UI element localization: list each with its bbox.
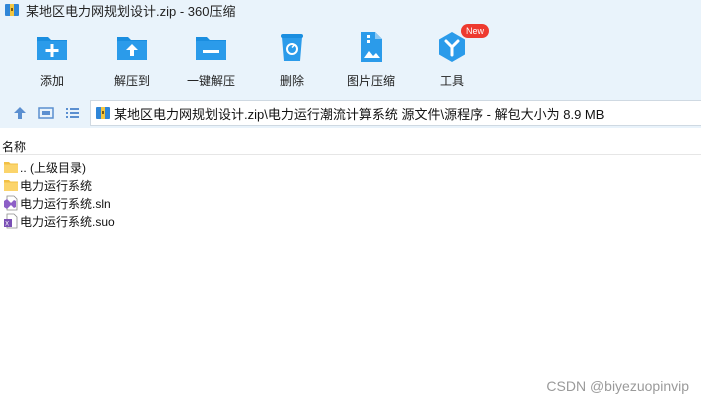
delete-button[interactable]: 删除 [257,30,327,94]
watermark-text: CSDN @biyezuopinvip [546,378,689,394]
parent-folder-icon [4,162,18,173]
delete-icon [281,34,303,61]
tools-button[interactable]: New 工具 [417,24,490,94]
new-badge: New [461,24,490,38]
up-arrow-icon[interactable] [11,104,29,122]
one-click-extract-label: 一键解压 [186,74,235,88]
tools-label: 工具 [439,74,464,88]
address-bar: 某地区电力网规划设计.zip\电力运行潮流计算系统 源文件\源程序 - 解包大小… [0,98,701,128]
path-text: 某地区电力网规划设计.zip\电力运行潮流计算系统 源文件\源程序 - 解包大小… [114,106,605,122]
file-name: 电力运行系统.sln [20,196,111,211]
folder-icon [4,180,18,191]
list-view-icon[interactable] [63,104,81,122]
zip-archive-icon [96,107,110,119]
file-name: 电力运行系统 [20,178,93,193]
list-item[interactable]: X 电力运行系统.suo [0,212,701,230]
list-item[interactable]: 电力运行系统 [0,176,701,194]
file-name: .. (上级目录) [20,160,86,175]
one-click-extract-icon [196,37,226,60]
thumbnail-view-icon[interactable] [37,104,55,122]
add-label: 添加 [39,74,64,88]
file-list: .. (上级目录) 电力运行系统 电力运行系统.sln X 电力运行系统.suo [0,158,701,230]
window-title: 某地区电力网规划设计.zip - 360压缩 [26,3,236,19]
image-compress-label: 图片压缩 [346,74,395,88]
column-name-header[interactable]: 名称 [2,138,26,155]
one-click-extract-button[interactable]: 一键解压 [176,30,246,94]
file-name: 电力运行系统.suo [20,214,115,229]
list-item[interactable]: .. (上级目录) [0,158,701,176]
svg-text:X: X [5,221,9,228]
delete-label: 删除 [279,74,304,88]
extract-to-icon [117,37,147,60]
title-bar: 某地区电力网规划设计.zip - 360压缩 [0,0,701,20]
suo-file-icon: X [4,213,18,229]
list-item[interactable]: 电力运行系统.sln [0,194,701,212]
add-button[interactable]: 添加 [17,30,87,94]
extract-to-button[interactable]: 解压到 [97,30,167,94]
path-field[interactable]: 某地区电力网规划设计.zip\电力运行潮流计算系统 源文件\源程序 - 解包大小… [90,100,701,126]
image-compress-icon [361,32,382,62]
image-compress-button[interactable]: 图片压缩 [336,30,406,94]
add-icon [37,37,67,60]
sln-file-icon [4,195,18,211]
column-header: 名称 [0,136,701,155]
archive-app-icon [5,4,19,16]
extract-to-label: 解压到 [113,74,150,88]
toolbar: 添加 解压到 一键解压 删除 图片压缩 New 工具 [0,20,701,98]
